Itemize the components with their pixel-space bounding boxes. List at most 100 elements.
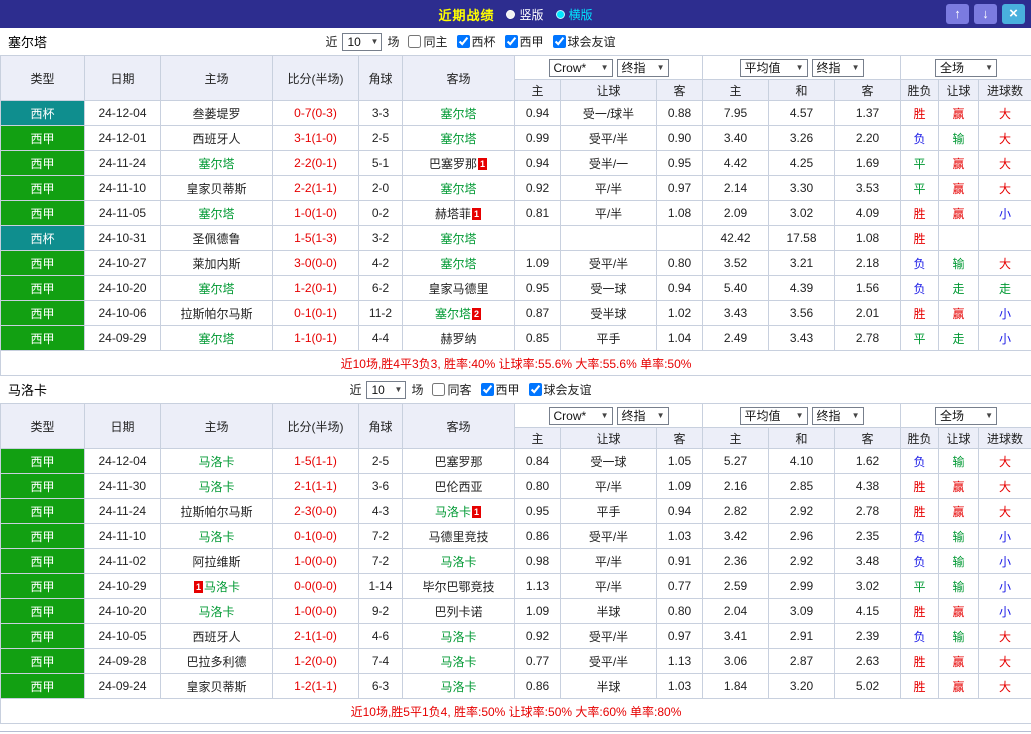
home-team-cell: 莱加内斯 (160, 250, 273, 276)
filter-checkbox-la-liga[interactable]: 西甲 (480, 381, 520, 398)
corner-cell: 4-2 (358, 250, 403, 276)
away-odds-cell: 1.09 (655, 473, 704, 499)
score-cell: 0-0(0-0) (272, 573, 359, 599)
chevron-down-icon: ▼ (394, 385, 403, 394)
filter-checkbox-club-friendly[interactable]: 球会友谊 (552, 33, 616, 50)
checkbox-input-copa-del-rey[interactable] (456, 35, 470, 48)
home-odds-cell: 0.92 (514, 175, 561, 201)
corner-cell: 6-3 (358, 673, 403, 699)
layout-horizontal-radio[interactable]: 横版 (555, 6, 593, 23)
move-down-button[interactable]: ↓ (974, 4, 997, 24)
avg-draw-odds-cell: 2.87 (768, 648, 836, 674)
match-count-dropdown[interactable]: 10 ▼ (342, 32, 383, 51)
team-name: 马洛卡 (198, 454, 235, 469)
avg-stage-dropdown[interactable]: 终指 ▼ (811, 406, 864, 425)
avg-draw-odds-cell: 4.57 (768, 100, 836, 126)
chevron-down-icon: ▼ (851, 411, 860, 420)
team-name: 叁蒌堤罗 (192, 106, 241, 121)
home-team-cell: 拉斯帕尔马斯 (160, 300, 273, 326)
column-header-score: 比分(半场) (272, 403, 359, 449)
match-row: 西甲 24-09-29 塞尔塔 1-1(0-1) 4-4 赫罗纳 0.85 平手 1.04 2.4… (0, 325, 1031, 351)
filter-checkbox-copa-del-rey[interactable]: 西杯 (456, 33, 496, 50)
avg-home-odds-cell: 2.16 (702, 473, 770, 499)
avg-draw-odds-cell: 3.02 (768, 200, 836, 226)
handicap-result-cell: 输 (938, 573, 980, 599)
avg-stage-dropdown[interactable]: 终指 ▼ (811, 58, 864, 77)
competition-cell: 西杯 (0, 100, 85, 126)
checkbox-input-la-liga[interactable] (480, 383, 494, 396)
score-cell: 2-1(1-1) (272, 473, 359, 499)
odds-stage-dropdown[interactable]: 终指 ▼ (616, 406, 669, 425)
away-odds-cell: 1.03 (655, 523, 704, 549)
result-cell: 负 (900, 125, 940, 151)
competition-cell: 西甲 (0, 548, 85, 574)
home-odds-cell: 0.94 (514, 150, 561, 176)
match-count-dropdown[interactable]: 10 ▼ (366, 380, 407, 399)
goals-result-cell: 小 (978, 573, 1031, 599)
home-team-cell: 西班牙人 (160, 125, 273, 151)
column-header-type: 类型 (0, 403, 85, 449)
result-cell: 胜 (900, 498, 940, 524)
away-team-cell: 马洛卡 (402, 623, 515, 649)
checkbox-input-club-friendly[interactable] (528, 383, 542, 396)
avg-home-odds-cell: 1.84 (702, 673, 770, 699)
team-name: 赫罗纳 (440, 331, 477, 346)
avg-dropdown-cell: 平均值 ▼ 终指 ▼ (702, 55, 902, 80)
result-cell: 胜 (900, 648, 940, 674)
filter-checkbox-club-friendly[interactable]: 球会友谊 (528, 381, 592, 398)
filter-checkbox-la-liga[interactable]: 西甲 (504, 33, 544, 50)
away-odds-cell: 1.05 (655, 448, 704, 474)
checkbox-input-same-away[interactable] (432, 383, 446, 396)
corner-cell: 2-5 (358, 125, 403, 151)
competition-cell: 西甲 (0, 473, 85, 499)
checkbox-input-la-liga[interactable] (504, 35, 518, 48)
avg-home-odds-cell: 5.40 (702, 275, 770, 301)
layout-vertical-radio[interactable]: 竖版 (506, 6, 544, 23)
avg-type-dropdown[interactable]: 平均值 ▼ (739, 58, 808, 77)
team-name: 塞尔塔 (198, 331, 235, 346)
avg-draw-odds-cell: 4.10 (768, 448, 836, 474)
handicap-result-cell: 赢 (938, 648, 980, 674)
scope-dropdown[interactable]: 全场 ▼ (935, 406, 998, 425)
handicap-cell: 受一球 (560, 448, 657, 474)
result-cell: 负 (900, 250, 940, 276)
team-name: 马洛卡 (440, 654, 477, 669)
away-team-cell: 塞尔塔 (402, 100, 515, 126)
result-cell: 负 (900, 448, 940, 474)
match-row: 西甲 24-10-20 马洛卡 1-0(0-0) 9-2 巴列卡诺 1.09 半球 0.80 2.… (0, 598, 1031, 624)
avg-type-dropdown[interactable]: 平均值 ▼ (739, 406, 808, 425)
date-cell: 24-11-02 (84, 548, 161, 574)
filter-checkbox-same-away[interactable]: 同客 (432, 381, 472, 398)
home-team-cell: 皇家贝蒂斯 (160, 175, 273, 201)
match-row: 西甲 24-12-04 马洛卡 1-5(1-1) 2-5 巴塞罗那 0.84 受一球 1.05 5… (0, 448, 1031, 474)
results-table: 类型 日期 主场 比分(半场) 角球 客场 Crow* ▼ 终指 ▼ 平均值 ▼ 终指 ▼ 全场 ▼ 主让球客主… (0, 55, 1031, 376)
checkbox-input-club-friendly[interactable] (552, 35, 566, 48)
team-name: 塞尔塔 (198, 206, 235, 221)
avg-draw-odds-cell: 3.20 (768, 673, 836, 699)
subcolumn-header-result: 胜负 (900, 427, 940, 449)
filter-checkbox-same-home[interactable]: 同主 (408, 33, 448, 50)
score-cell: 1-5(1-1) (272, 448, 359, 474)
close-button[interactable]: × (1002, 4, 1025, 24)
date-cell: 24-10-06 (84, 300, 161, 326)
team-name: 塞尔塔 (440, 181, 477, 196)
move-up-button[interactable]: ↑ (946, 4, 969, 24)
avg-home-odds-cell: 2.14 (702, 175, 770, 201)
away-odds-cell: 0.88 (655, 100, 704, 126)
odds-company-dropdown[interactable]: Crow* ▼ (548, 58, 613, 77)
team-name: 巴列卡诺 (434, 604, 483, 619)
goals-result-cell: 大 (978, 473, 1031, 499)
avg-draw-odds-cell: 3.30 (768, 175, 836, 201)
chevron-down-icon: ▼ (656, 63, 665, 72)
home-team-cell: 马洛卡 (160, 598, 273, 624)
subcolumn-header-handicap_result: 让球 (938, 427, 980, 449)
odds-stage-dropdown[interactable]: 终指 ▼ (616, 58, 669, 77)
odds-company-dropdown[interactable]: Crow* ▼ (548, 406, 613, 425)
checkbox-input-same-home[interactable] (408, 35, 422, 48)
handicap-result-cell: 赢 (938, 150, 980, 176)
away-odds-cell: 1.13 (655, 648, 704, 674)
team-name: 塞尔塔 (434, 306, 471, 321)
scope-dropdown[interactable]: 全场 ▼ (935, 58, 998, 77)
team-name: 巴塞罗那 (428, 156, 477, 171)
match-row: 西甲 24-11-05 塞尔塔 1-0(1-0) 0-2 赫塔菲 1 0.81 平/半 1.08 2… (0, 200, 1031, 226)
